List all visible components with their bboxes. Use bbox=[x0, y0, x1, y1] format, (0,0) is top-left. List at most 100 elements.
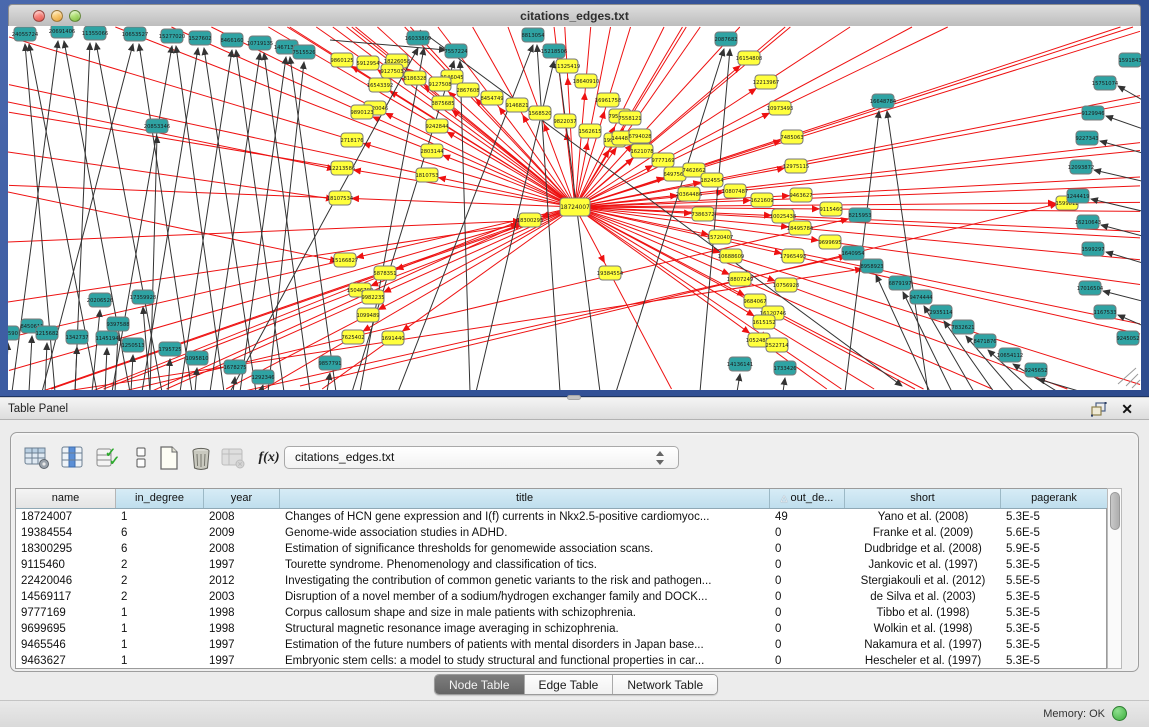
graph-node[interactable]: 1691440 bbox=[381, 331, 404, 345]
graph-node[interactable]: 20853346 bbox=[144, 119, 170, 133]
graph-node[interactable]: 5912954 bbox=[356, 56, 380, 70]
table-cell-name[interactable]: 9463627 bbox=[16, 653, 116, 669]
graph-node[interactable]: 9245052 bbox=[1116, 331, 1139, 345]
table-cell-pagerank[interactable]: 5.3E-5 bbox=[1001, 509, 1108, 525]
graph-node[interactable]: 12213967 bbox=[753, 75, 779, 89]
graph-node[interactable]: 2803144 bbox=[420, 144, 444, 158]
table-cell-name[interactable]: 9465546 bbox=[16, 637, 116, 653]
row-mode-icon[interactable] bbox=[127, 445, 155, 471]
table-cell-title[interactable]: Structural magnetic resonance image aver… bbox=[280, 621, 770, 637]
table-cell-year[interactable]: 2012 bbox=[204, 573, 280, 589]
graph-node[interactable]: 2867608 bbox=[456, 83, 479, 97]
tab-network-table[interactable]: Network Table bbox=[613, 675, 717, 694]
graph-node[interactable]: 20364486 bbox=[676, 187, 702, 201]
graph-node[interactable]: 15720407 bbox=[707, 230, 733, 244]
table-cell-out-de-[interactable]: 49 bbox=[770, 509, 845, 525]
table-cell-title[interactable]: Corpus callosum shape and size in male p… bbox=[280, 605, 770, 621]
table-cell-name[interactable]: 22420046 bbox=[16, 573, 116, 589]
table-cell-in-degree[interactable]: 1 bbox=[116, 509, 204, 525]
resize-grip-icon[interactable] bbox=[1118, 368, 1136, 384]
graph-node[interactable]: 9127503 bbox=[380, 64, 403, 78]
column-header-pagerank[interactable]: pagerank bbox=[1001, 489, 1108, 508]
graph-node[interactable]: 14136141 bbox=[727, 357, 753, 371]
graph-node[interactable]: 16648784 bbox=[870, 94, 897, 108]
graph-node[interactable]: 1099489 bbox=[356, 308, 379, 322]
table-cell-pagerank[interactable]: 5.3E-5 bbox=[1001, 605, 1108, 621]
table-cell-year[interactable]: 1998 bbox=[204, 605, 280, 621]
table-cell-in-degree[interactable]: 6 bbox=[116, 525, 204, 541]
graph-node[interactable]: 1568520 bbox=[528, 106, 551, 120]
table-cell-year[interactable]: 1997 bbox=[204, 653, 280, 669]
graph-node[interactable]: 10973493 bbox=[767, 101, 793, 115]
graph-node[interactable]: 9242844 bbox=[425, 119, 449, 133]
table-cell-short[interactable]: Wolkin et al. (1998) bbox=[845, 621, 1001, 637]
network-canvas[interactable]: 1872400718300295986012559129541822605891… bbox=[8, 26, 1141, 390]
graph-node[interactable]: 9127508 bbox=[428, 77, 451, 91]
column-header-in-degree[interactable]: in_degree bbox=[116, 489, 204, 508]
graph-node[interactable]: 12093872 bbox=[1068, 160, 1094, 174]
graph-node[interactable]: 331590 bbox=[8, 326, 19, 340]
tab-edge-table[interactable]: Edge Table bbox=[525, 675, 614, 694]
graph-node[interactable]: 9822037 bbox=[553, 114, 576, 128]
graph-node[interactable]: 1733426 bbox=[773, 361, 796, 375]
table-cell-pagerank[interactable]: 5.3E-5 bbox=[1001, 589, 1108, 605]
table-cell-out-de-[interactable]: 0 bbox=[770, 605, 845, 621]
table-cell-pagerank[interactable]: 5.5E-5 bbox=[1001, 573, 1108, 589]
table-cell-short[interactable]: Stergiakouli et al. (2012) bbox=[845, 573, 1001, 589]
graph-node[interactable]: 1250513 bbox=[121, 338, 144, 352]
table-cell-pagerank[interactable]: 5.3E-5 bbox=[1001, 637, 1108, 653]
graph-node[interactable]: 18107534 bbox=[327, 191, 354, 205]
graph-node[interactable]: 18724007 bbox=[560, 198, 590, 216]
table-cell-out-de-[interactable]: 0 bbox=[770, 621, 845, 637]
graph-node[interactable]: 7625402 bbox=[341, 330, 364, 344]
graph-node[interactable]: 10807487 bbox=[722, 184, 748, 198]
graph-node[interactable]: 16543392 bbox=[367, 78, 393, 92]
graph-node[interactable]: 9699695 bbox=[818, 235, 841, 249]
show-column-icon[interactable] bbox=[59, 445, 87, 471]
table-cell-pagerank[interactable]: 5.3E-5 bbox=[1001, 621, 1108, 637]
graph-node[interactable]: 10756928 bbox=[773, 278, 799, 292]
table-cell-year[interactable]: 2008 bbox=[204, 541, 280, 557]
table-cell-title[interactable]: Genome-wide association studies in ADHD. bbox=[280, 525, 770, 541]
graph-node[interactable]: 10719135 bbox=[247, 36, 273, 50]
table-cell-name[interactable]: 9699695 bbox=[16, 621, 116, 637]
graph-node[interactable]: 1591843 bbox=[1118, 53, 1141, 67]
graph-node[interactable]: 18300295 bbox=[517, 213, 543, 227]
table-cell-in-degree[interactable]: 1 bbox=[116, 621, 204, 637]
graph-node[interactable]: 8471876 bbox=[973, 334, 996, 348]
graph-node[interactable]: 8454749 bbox=[480, 91, 503, 105]
graph-node[interactable]: 20691406 bbox=[49, 26, 75, 38]
graph-node[interactable]: 6794028 bbox=[628, 129, 651, 143]
graph-node[interactable]: 9982235 bbox=[361, 290, 384, 304]
table-cell-year[interactable]: 2009 bbox=[204, 525, 280, 541]
table-cell-title[interactable]: Investigating the contribution of common… bbox=[280, 573, 770, 589]
table-cell-name[interactable]: 18724007 bbox=[16, 509, 116, 525]
graph-node[interactable]: 16210643 bbox=[1075, 215, 1101, 229]
table-cell-year[interactable]: 1997 bbox=[204, 557, 280, 573]
graph-node[interactable]: 1292346 bbox=[251, 370, 274, 384]
table-cell-short[interactable]: Tibbo et al. (1998) bbox=[845, 605, 1001, 621]
graph-node[interactable]: 1562615 bbox=[578, 124, 601, 138]
graph-node[interactable]: 10654112 bbox=[997, 348, 1023, 362]
graph-node[interactable]: 18640910 bbox=[573, 74, 599, 88]
scrollbar-thumb[interactable] bbox=[1110, 492, 1120, 530]
panel-resize-handle[interactable] bbox=[567, 395, 581, 400]
graph-node[interactable]: 3875685 bbox=[431, 96, 454, 110]
table-options-icon[interactable] bbox=[23, 445, 51, 471]
graph-node[interactable]: 10688609 bbox=[718, 249, 744, 263]
graph-node[interactable]: 1342737 bbox=[65, 330, 88, 344]
table-cell-name[interactable]: 18300295 bbox=[16, 541, 116, 557]
graph-node[interactable]: 12975115 bbox=[783, 159, 809, 173]
graph-node[interactable]: 9245652 bbox=[1024, 363, 1047, 377]
memory-ok-indicator[interactable] bbox=[1112, 706, 1127, 721]
table-cell-out-de-[interactable]: 0 bbox=[770, 557, 845, 573]
table-cell-title[interactable]: Disruption of a novel member of a sodium… bbox=[280, 589, 770, 605]
float-panel-icon[interactable] bbox=[1091, 402, 1107, 417]
graph-node[interactable]: 9860125 bbox=[330, 53, 353, 67]
table-cell-year[interactable]: 2003 bbox=[204, 589, 280, 605]
column-header-title[interactable]: title bbox=[280, 489, 770, 508]
graph-node[interactable]: 7386372 bbox=[691, 207, 714, 221]
graph-node[interactable]: 9146821 bbox=[505, 98, 528, 112]
column-header-out-de-[interactable]: △out_de... bbox=[770, 489, 845, 508]
graph-node[interactable]: 1527602 bbox=[188, 31, 211, 45]
